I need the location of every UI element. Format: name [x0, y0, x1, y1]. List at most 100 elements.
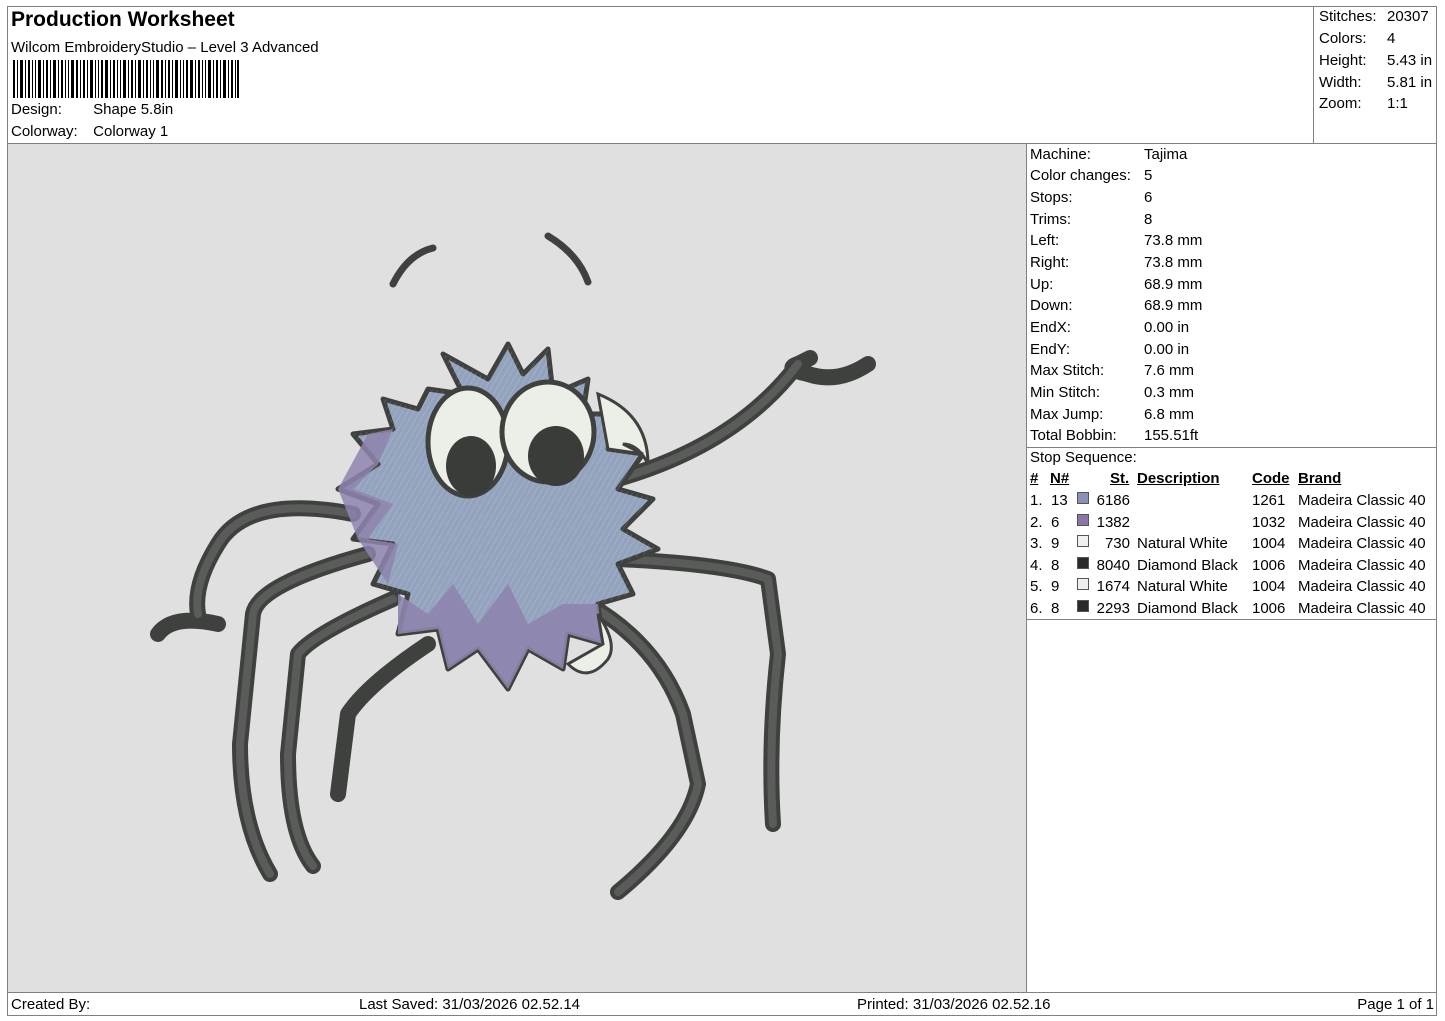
endx-value: 0.00 in — [1144, 319, 1190, 336]
stitch-count: 2293 — [1096, 600, 1130, 617]
table-row: 5. 9 1674 Natural White 1004 Madeira Classic … — [1027, 578, 1437, 599]
left-row: Left: 73.8 mm — [1030, 232, 1202, 249]
printed-date: Printed: 31/03/2026 02.52.16 — [857, 996, 1051, 1013]
up-value: 68.9 mm — [1144, 276, 1203, 293]
max-stitch-label: Max Stitch: — [1030, 362, 1105, 379]
stops-row: Stops: 6 — [1030, 189, 1152, 206]
width-label: Width: — [1319, 74, 1362, 91]
thread-brand: Madeira Classic 40 — [1298, 513, 1426, 531]
row-number: 4. — [1030, 556, 1043, 574]
worksheet-header: Production Worksheet Wilcom EmbroiderySt… — [7, 6, 1313, 143]
table-row: 6. 8 2293 Diamond Black 1006 Madeira Classic … — [1027, 600, 1437, 621]
colorway-label: Colorway: — [11, 123, 78, 140]
column-header-num: # — [1030, 470, 1039, 487]
zoom-value: 1:1 — [1387, 95, 1408, 112]
up-row: Up: 68.9 mm — [1030, 276, 1202, 293]
barcode-icon — [13, 60, 239, 98]
right-value: 73.8 mm — [1144, 254, 1203, 271]
max-jump-label: Max Jump: — [1030, 406, 1104, 423]
endx-label: EndX: — [1030, 319, 1071, 336]
endy-value: 0.00 in — [1144, 341, 1190, 358]
zoom-row: Zoom: 1:1 — [1319, 95, 1408, 112]
thread-brand: Madeira Classic 40 — [1298, 578, 1426, 596]
summary-panel: Stitches: 20307 Colors: 4 Height: 5.43 in W… — [1313, 6, 1438, 143]
stitch-count: 1382 — [1096, 513, 1130, 531]
machine-row: Machine: Tajima — [1030, 146, 1187, 163]
table-row: 1. 13 6186 1261 Madeira Classic 40 — [1027, 492, 1437, 513]
thread-code: 1006 — [1252, 600, 1286, 617]
width-row: Width: 5.81 in — [1319, 74, 1432, 91]
total-bobbin-label: Total Bobbin: — [1030, 427, 1117, 444]
up-label: Up: — [1030, 276, 1054, 293]
max-stitch-value: 7.6 mm — [1144, 362, 1195, 379]
colors-row: Colors: 4 — [1319, 30, 1395, 47]
thread-code: 1032 — [1252, 513, 1286, 531]
thread-description: Diamond Black — [1137, 556, 1238, 574]
endy-label: EndY: — [1030, 341, 1071, 358]
page-number: Page 1 of 1 — [1357, 996, 1434, 1013]
color-changes-label: Color changes: — [1030, 167, 1131, 184]
needle-number: 6 — [1051, 513, 1060, 531]
needle-number: 9 — [1051, 578, 1060, 596]
min-stitch-row: Min Stitch: 0.3 mm — [1030, 384, 1194, 401]
row-number: 5. — [1030, 578, 1043, 596]
thread-brand: Madeira Classic 40 — [1298, 535, 1426, 553]
thread-description: Diamond Black — [1137, 600, 1238, 617]
stop-sequence-divider — [1027, 447, 1437, 448]
width-value: 5.81 in — [1387, 74, 1433, 91]
left-label: Left: — [1030, 232, 1060, 249]
column-header-description: Description — [1137, 470, 1220, 487]
column-header-brand: Brand — [1298, 470, 1342, 487]
spider-embroidery-image — [150, 232, 876, 900]
stitch-count: 8040 — [1096, 556, 1130, 574]
max-stitch-row: Max Stitch: 7.6 mm — [1030, 362, 1194, 379]
height-row: Height: 5.43 in — [1319, 52, 1432, 69]
thread-brand: Madeira Classic 40 — [1298, 600, 1426, 617]
down-value: 68.9 mm — [1144, 297, 1203, 314]
thread-code: 1004 — [1252, 535, 1286, 553]
min-stitch-value: 0.3 mm — [1144, 384, 1195, 401]
worksheet-footer: Created By: Last Saved: 31/03/2026 02.52… — [7, 993, 1437, 1016]
color-changes-row: Color changes: 5 — [1030, 167, 1152, 184]
stops-label: Stops: — [1030, 189, 1073, 206]
table-row: 4. 8 8040 Diamond Black 1006 Madeira Classic … — [1027, 556, 1437, 578]
color-swatch — [1077, 578, 1089, 591]
stitches-label: Stitches: — [1319, 8, 1377, 25]
stitches-row: Stitches: 20307 — [1319, 8, 1429, 25]
design-value: Shape 5.8in — [93, 101, 174, 118]
color-changes-value: 5 — [1144, 167, 1153, 184]
machine-label: Machine: — [1030, 146, 1091, 163]
row-number: 2. — [1030, 513, 1043, 531]
right-row: Right: 73.8 mm — [1030, 254, 1202, 271]
needle-number: 8 — [1051, 600, 1060, 617]
thread-code: 1006 — [1252, 556, 1286, 574]
table-bottom-divider — [1027, 619, 1437, 620]
thread-brand: Madeira Classic 40 — [1298, 556, 1426, 574]
max-jump-row: Max Jump: 6.8 mm — [1030, 406, 1194, 423]
machine-value: Tajima — [1144, 146, 1188, 163]
color-swatch — [1077, 513, 1089, 526]
colors-value: 4 — [1387, 30, 1396, 47]
min-stitch-label: Min Stitch: — [1030, 384, 1101, 401]
colors-label: Colors: — [1319, 30, 1367, 47]
column-header-code: Code — [1252, 470, 1290, 487]
color-swatch — [1077, 535, 1089, 548]
design-row: Design: Shape 5.8in — [11, 101, 173, 118]
thread-code: 1004 — [1252, 578, 1286, 596]
stop-sequence-heading: Stop Sequence: — [1030, 449, 1137, 466]
design-preview — [8, 144, 1026, 992]
row-number: 1. — [1030, 492, 1043, 509]
thread-brand: Madeira Classic 40 — [1298, 492, 1426, 509]
trims-row: Trims: 8 — [1030, 211, 1152, 228]
colorway-value: Colorway 1 — [93, 123, 169, 140]
height-value: 5.43 in — [1387, 52, 1433, 69]
stitch-count: 1674 — [1096, 578, 1130, 596]
trims-label: Trims: — [1030, 211, 1072, 228]
total-bobbin-row: Total Bobbin: 155.51ft — [1030, 427, 1198, 444]
table-row: 3. 9 730 Natural White 1004 Madeira Classic 4… — [1027, 535, 1437, 556]
down-label: Down: — [1030, 297, 1073, 314]
needle-number: 9 — [1051, 535, 1060, 553]
needle-number: 8 — [1051, 556, 1060, 574]
colorway-row: Colorway: Colorway 1 — [11, 123, 168, 140]
software-name: Wilcom EmbroideryStudio – Level 3 Advanc… — [11, 39, 319, 56]
